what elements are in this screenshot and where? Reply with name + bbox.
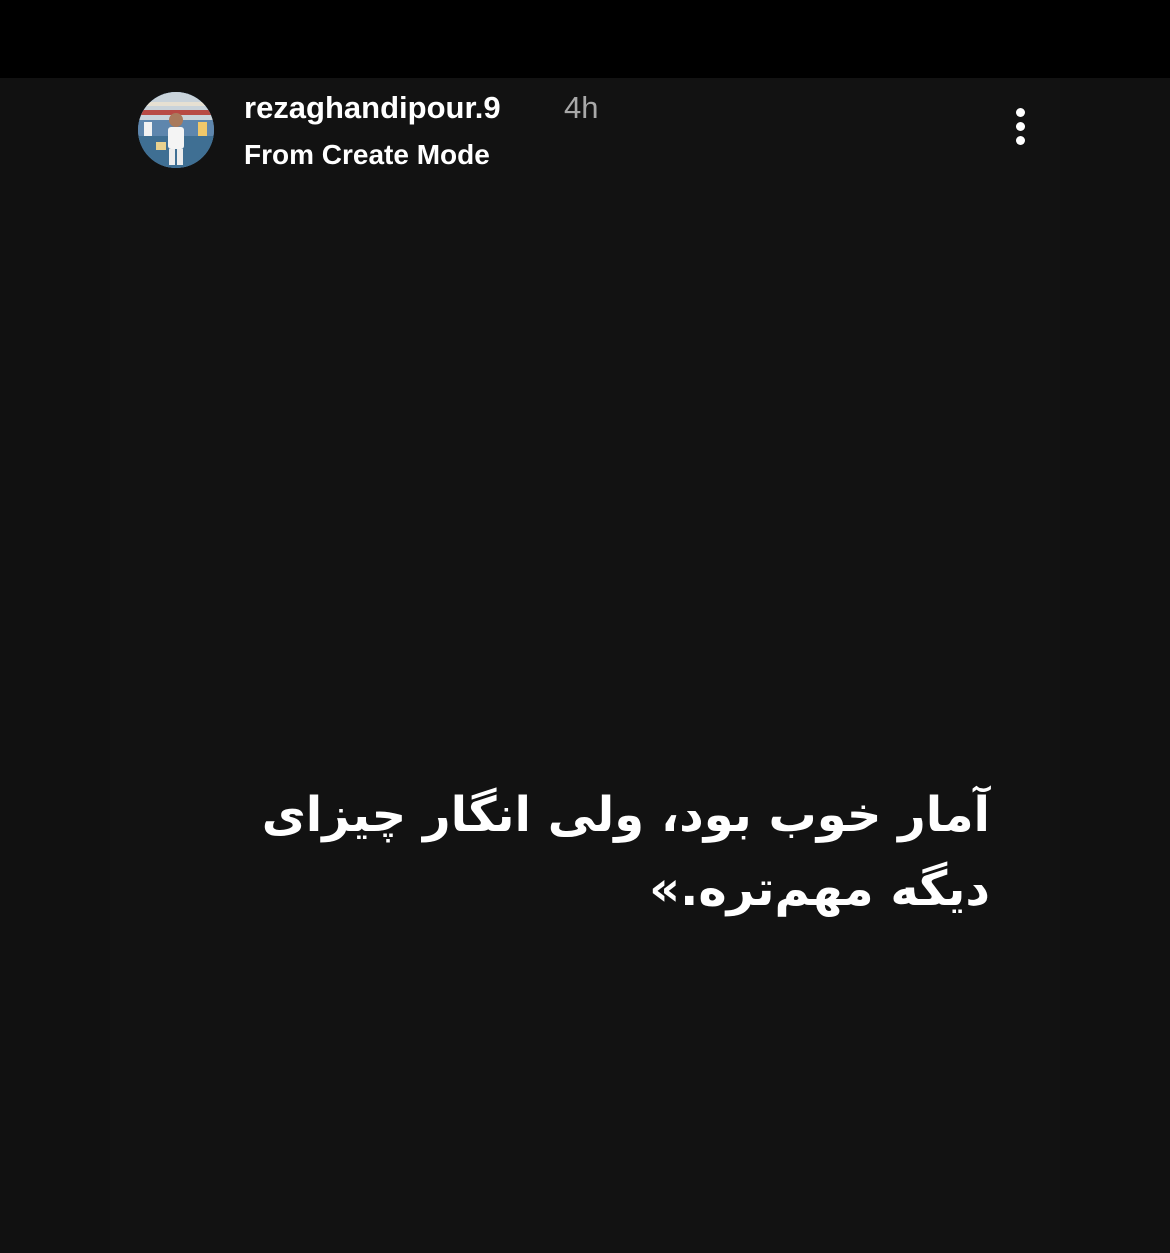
more-options-button[interactable] bbox=[1004, 102, 1036, 152]
caption-line: آمار خوب بود، ولی انگار چیزای bbox=[261, 787, 990, 843]
more-dot-icon bbox=[1016, 122, 1025, 131]
post-time: 4h bbox=[564, 90, 599, 125]
more-dot-icon bbox=[1016, 136, 1025, 145]
more-dot-icon bbox=[1016, 108, 1025, 117]
story-caption: آمار خوب بود، ولی انگار چیزای دیگه مهم‌ت… bbox=[180, 778, 990, 926]
avatar[interactable] bbox=[138, 92, 214, 168]
top-bar bbox=[0, 0, 1170, 78]
story-header: rezaghandipour.9 4h From Create Mode bbox=[138, 90, 1038, 180]
username[interactable]: rezaghandipour.9 bbox=[244, 90, 501, 126]
story-frame bbox=[110, 78, 1060, 1253]
caption-line: دیگه مهم‌تره.» bbox=[649, 861, 990, 917]
avatar-image bbox=[138, 92, 214, 168]
story-viewer[interactable] bbox=[0, 78, 1170, 1253]
story-subtitle: From Create Mode bbox=[244, 139, 490, 170]
